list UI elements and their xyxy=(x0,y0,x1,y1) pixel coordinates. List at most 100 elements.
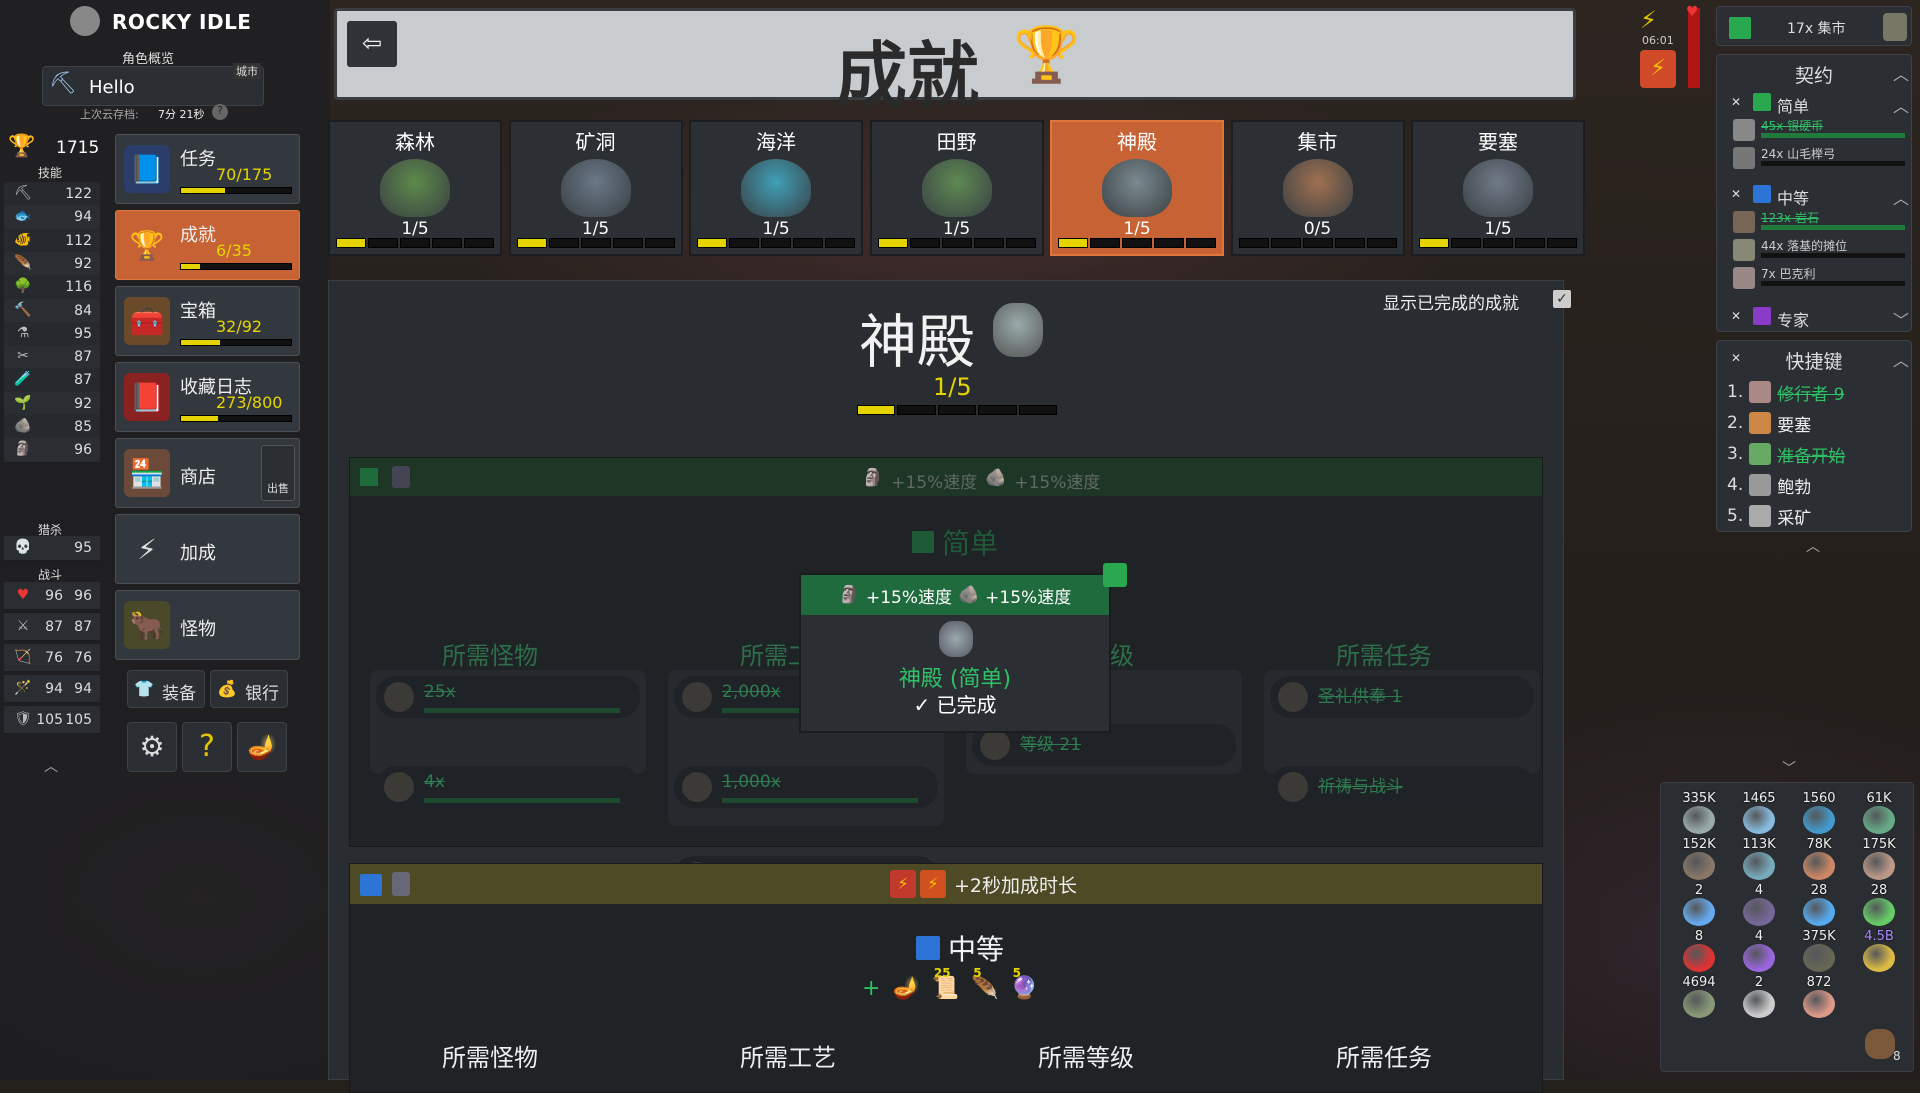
sell-button[interactable]: 出售 xyxy=(261,445,295,501)
resource-item[interactable]: 4 xyxy=(1729,929,1789,975)
shortcut-item[interactable]: 1. 修行者 9 xyxy=(1727,379,1903,405)
health-bar xyxy=(1688,8,1700,88)
resource-item[interactable]: 28 xyxy=(1789,883,1849,929)
skill-row-alchemy[interactable]: ⚗ 95 xyxy=(4,321,100,347)
chevron-down-icon[interactable]: ﹀ xyxy=(1893,307,1909,331)
resource-item[interactable]: 61K xyxy=(1849,791,1909,837)
collapse-down-icon[interactable]: ﹀ xyxy=(1782,758,1796,778)
skill-row-fish[interactable]: 🐠 112 xyxy=(4,228,100,254)
resource-item[interactable]: 28 xyxy=(1849,883,1909,929)
skill-row-woodcutting[interactable]: 🌳 116 xyxy=(4,275,100,301)
melee-icon: ⚔ xyxy=(16,617,30,634)
resource-item[interactable]: 1560 xyxy=(1789,791,1849,837)
nav-label: 任务 xyxy=(180,149,216,170)
resource-item[interactable]: 4 xyxy=(1729,883,1789,929)
skill-row-statue[interactable]: 🗿 96 xyxy=(4,438,100,464)
shortcut-item[interactable]: 4. 鲍勃 xyxy=(1727,472,1903,498)
silver-coin-icon xyxy=(1733,119,1755,141)
skill-row-slayer[interactable]: 💀 95 xyxy=(4,536,100,561)
tab-forest[interactable]: 森林 1/5 xyxy=(328,120,502,256)
temple-icon xyxy=(939,621,973,657)
resource-item[interactable]: 335K xyxy=(1669,791,1729,837)
shortcut-item[interactable]: 2. 要塞 xyxy=(1727,410,1903,436)
resource-icon xyxy=(1803,944,1835,972)
tab-market[interactable]: 集市 0/5 xyxy=(1230,120,1405,256)
combat-level: 87 xyxy=(45,618,63,635)
show-completed-checkbox[interactable]: ✓ xyxy=(1553,290,1571,308)
resource-item[interactable]: 175K xyxy=(1849,837,1909,883)
resource-item[interactable]: 8 xyxy=(1669,929,1729,975)
resource-item[interactable]: 2 xyxy=(1729,975,1789,1021)
help-button[interactable]: ? xyxy=(182,722,232,772)
nav-chests-button[interactable]: 🧰 宝箱 32/92 xyxy=(115,286,300,356)
close-icon[interactable]: ✕ xyxy=(1731,95,1741,109)
skill-row-stone[interactable]: 🪨 85 xyxy=(4,415,100,440)
shortcut-icon xyxy=(1749,412,1772,434)
resource-count: 4694 xyxy=(1682,975,1716,990)
resource-item[interactable]: 375K xyxy=(1789,929,1849,975)
equipment-button[interactable]: 👕 装备 xyxy=(127,670,205,708)
resource-item[interactable]: 152K xyxy=(1669,837,1729,883)
nav-achievements-button[interactable]: 🏆 成就 6/35 xyxy=(115,210,300,280)
skill-row-crafting[interactable]: ✂ 87 xyxy=(4,345,100,371)
skill-level: 87 xyxy=(74,372,92,389)
nav-count: 32/92 xyxy=(216,317,263,336)
chevron-up-icon[interactable]: ︿ xyxy=(1893,185,1909,209)
resource-item[interactable]: 4694 xyxy=(1669,975,1729,1021)
combat-row-ranged[interactable]: 🏹 76 76 xyxy=(4,644,100,672)
tab-temple[interactable]: 神殿 1/5 xyxy=(1050,120,1224,256)
combat-row-melee[interactable]: ⚔ 87 87 xyxy=(4,613,100,641)
tab-ocean[interactable]: 海洋 1/5 xyxy=(689,120,863,256)
skill-row-farming[interactable]: 🌱 92 xyxy=(4,391,100,417)
player-card[interactable]: ⛏ Hello 城市 xyxy=(42,63,264,106)
help-icon[interactable]: ? xyxy=(212,104,228,120)
nav-collection-log-button[interactable]: 📕 收藏日志 273/800 xyxy=(115,362,300,432)
collapse-up-icon[interactable]: ︿ xyxy=(1806,536,1820,556)
combat-row-magic[interactable]: 🪄 94 94 xyxy=(4,675,100,703)
chevron-up-icon[interactable]: ︿ xyxy=(1893,61,1909,85)
shortcut-item[interactable]: 5. 采矿 xyxy=(1727,503,1903,529)
collapse-up-icon[interactable]: ︿ xyxy=(44,756,58,776)
rock-icon xyxy=(1733,211,1755,233)
speed-icon-b: 🪨 xyxy=(958,585,980,605)
skill-row-fishing[interactable]: 🐟 94 xyxy=(4,205,100,231)
combat-row-hitpoints[interactable]: ♥ 96 96 xyxy=(4,582,100,610)
shortcut-item[interactable]: 3. 准备开始 xyxy=(1727,441,1903,467)
resource-item[interactable]: 1465 xyxy=(1729,791,1789,837)
chevron-up-icon[interactable]: ︿ xyxy=(1893,347,1909,371)
resource-item[interactable]: 872 xyxy=(1789,975,1849,1021)
tab-field[interactable]: 田野 1/5 xyxy=(869,120,1044,256)
back-button[interactable]: ⇦ xyxy=(347,21,397,67)
close-icon[interactable]: ✕ xyxy=(1731,309,1741,323)
bank-button[interactable]: 💰 银行 xyxy=(210,670,288,708)
chevron-up-icon[interactable]: ︿ xyxy=(1893,93,1909,117)
nav-boosts-button[interactable]: ⚡ 加成 xyxy=(115,514,300,584)
achievement-tooltip: 🗿 +15%速度 🪨 +15%速度 神殿 (简单) ✓ 已完成 xyxy=(799,563,1127,733)
skill-row-potion[interactable]: 🧪 87 xyxy=(4,368,100,394)
boost-button[interactable]: ⚡ xyxy=(1640,50,1676,88)
fishing-icon: 🐟 xyxy=(14,208,32,225)
lamp-button[interactable]: 🪔 xyxy=(237,722,287,772)
skill-row-smithing[interactable]: 🔨 84 xyxy=(4,298,100,324)
close-icon[interactable]: ✕ xyxy=(1731,187,1741,201)
tab-fortress[interactable]: 要塞 1/5 xyxy=(1411,120,1585,256)
nav-monsters-button[interactable]: 🐂 怪物 xyxy=(115,590,300,660)
resource-item[interactable]: 78K xyxy=(1789,837,1849,883)
resource-item[interactable]: 113K xyxy=(1729,837,1789,883)
monster-icon xyxy=(384,772,414,802)
market-status[interactable]: 17x 集市 xyxy=(1716,6,1912,46)
stone-icon: 🪨 xyxy=(14,418,32,434)
medium-col-levels: 所需等级 xyxy=(1038,1044,1134,1072)
barkley-icon xyxy=(1733,267,1755,289)
resource-item[interactable]: 2 xyxy=(1669,883,1729,929)
nav-tasks-button[interactable]: 📘 任务 70/175 xyxy=(115,134,300,204)
settings-button[interactable]: ⚙ xyxy=(127,722,177,772)
skill-row-cooking[interactable]: 🪶 92 xyxy=(4,251,100,277)
easy-square-icon xyxy=(1753,93,1771,111)
tab-cave[interactable]: 矿洞 1/5 xyxy=(508,120,683,256)
combat-row-defence[interactable]: 🛡 105 105 xyxy=(4,706,100,734)
skill-row-mining[interactable]: ⛏ 122 xyxy=(4,182,100,207)
nav-shop-button[interactable]: 🏪 商店 出售 xyxy=(115,438,300,508)
resource-item[interactable]: 4.5B xyxy=(1849,929,1909,975)
bag-icon[interactable] xyxy=(1865,1029,1895,1059)
